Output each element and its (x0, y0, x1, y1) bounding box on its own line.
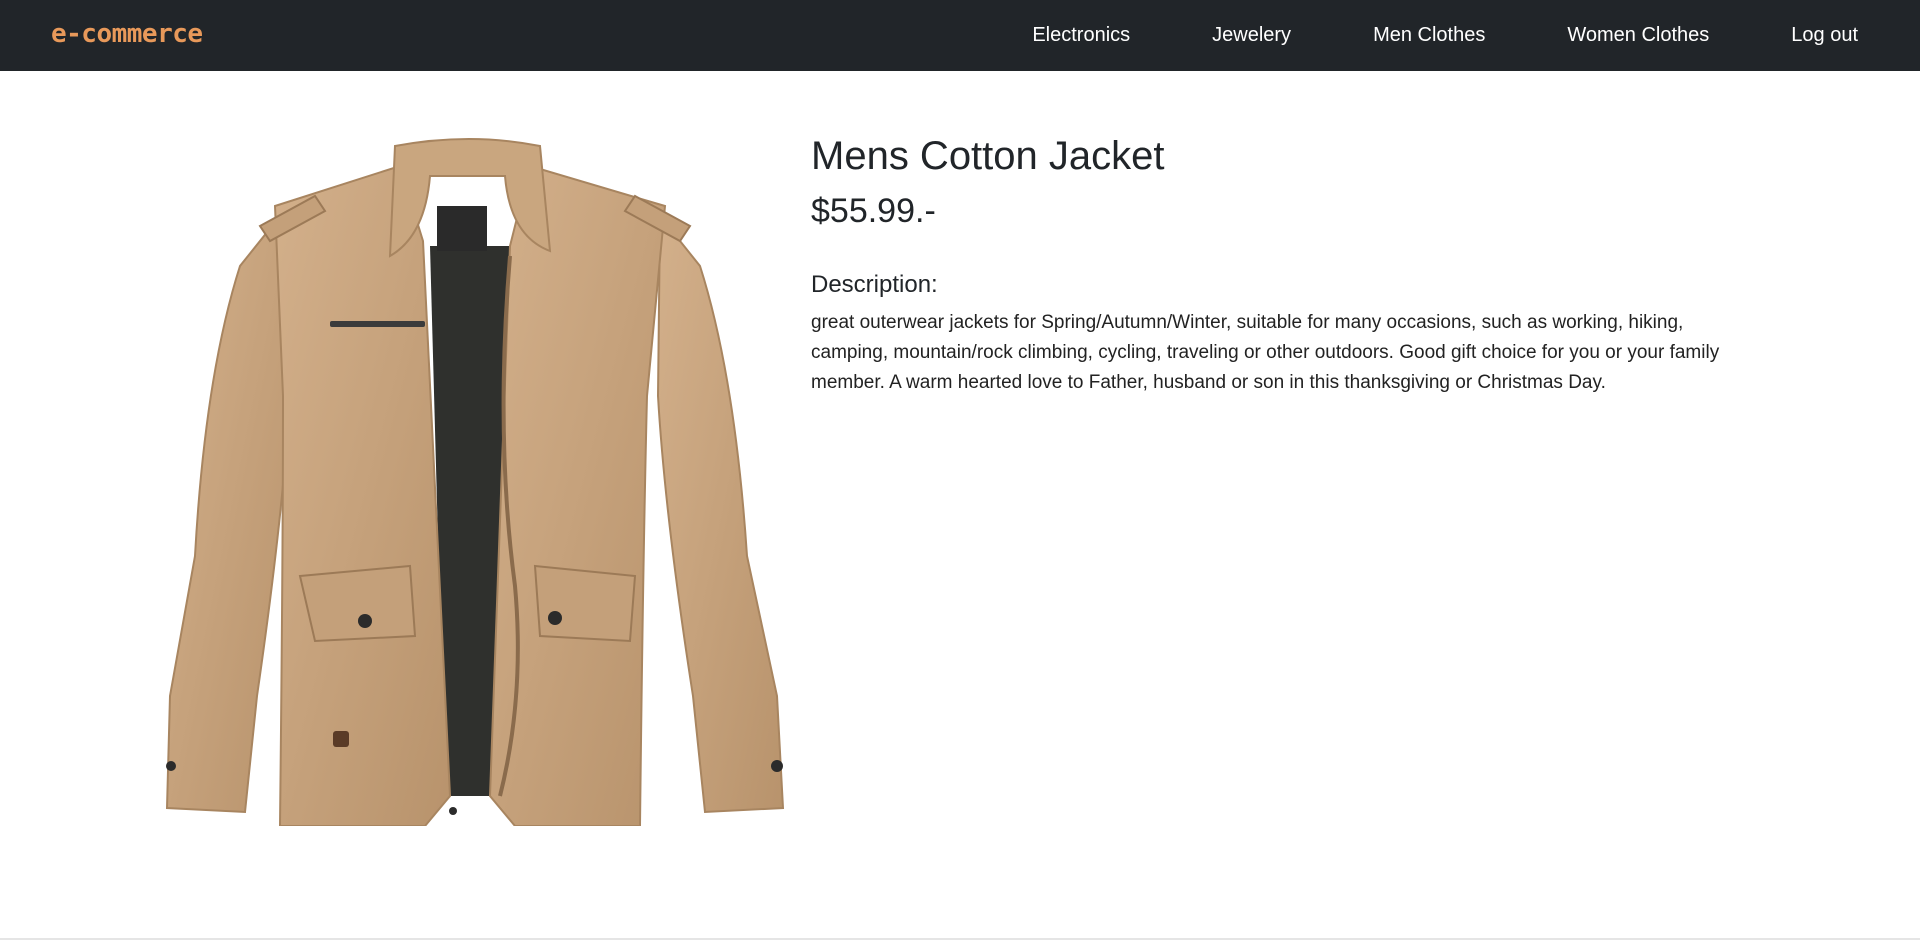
nav-link-jewelery[interactable]: Jewelery (1212, 24, 1291, 47)
description-heading: Description: (811, 271, 938, 298)
product-details: Mens Cotton Jacket $55.99.- Description:… (811, 132, 1761, 398)
product-image (165, 136, 785, 827)
nav-link-electronics[interactable]: Electronics (1032, 24, 1130, 47)
product-description: great outerwear jackets for Spring/Autum… (811, 312, 1720, 393)
navbar: e-commerce Electronics Jewelery Men Clot… (0, 0, 1920, 71)
nav-link-women-clothes[interactable]: Women Clothes (1567, 24, 1709, 47)
product-price: $55.99.- (811, 192, 936, 230)
nav-links: Electronics Jewelery Men Clothes Women C… (1032, 0, 1858, 71)
brand-logo[interactable]: e-commerce (51, 17, 203, 51)
nav-link-logout[interactable]: Log out (1791, 24, 1858, 47)
product-title: Mens Cotton Jacket (811, 134, 1165, 178)
nav-link-men-clothes[interactable]: Men Clothes (1373, 24, 1485, 47)
